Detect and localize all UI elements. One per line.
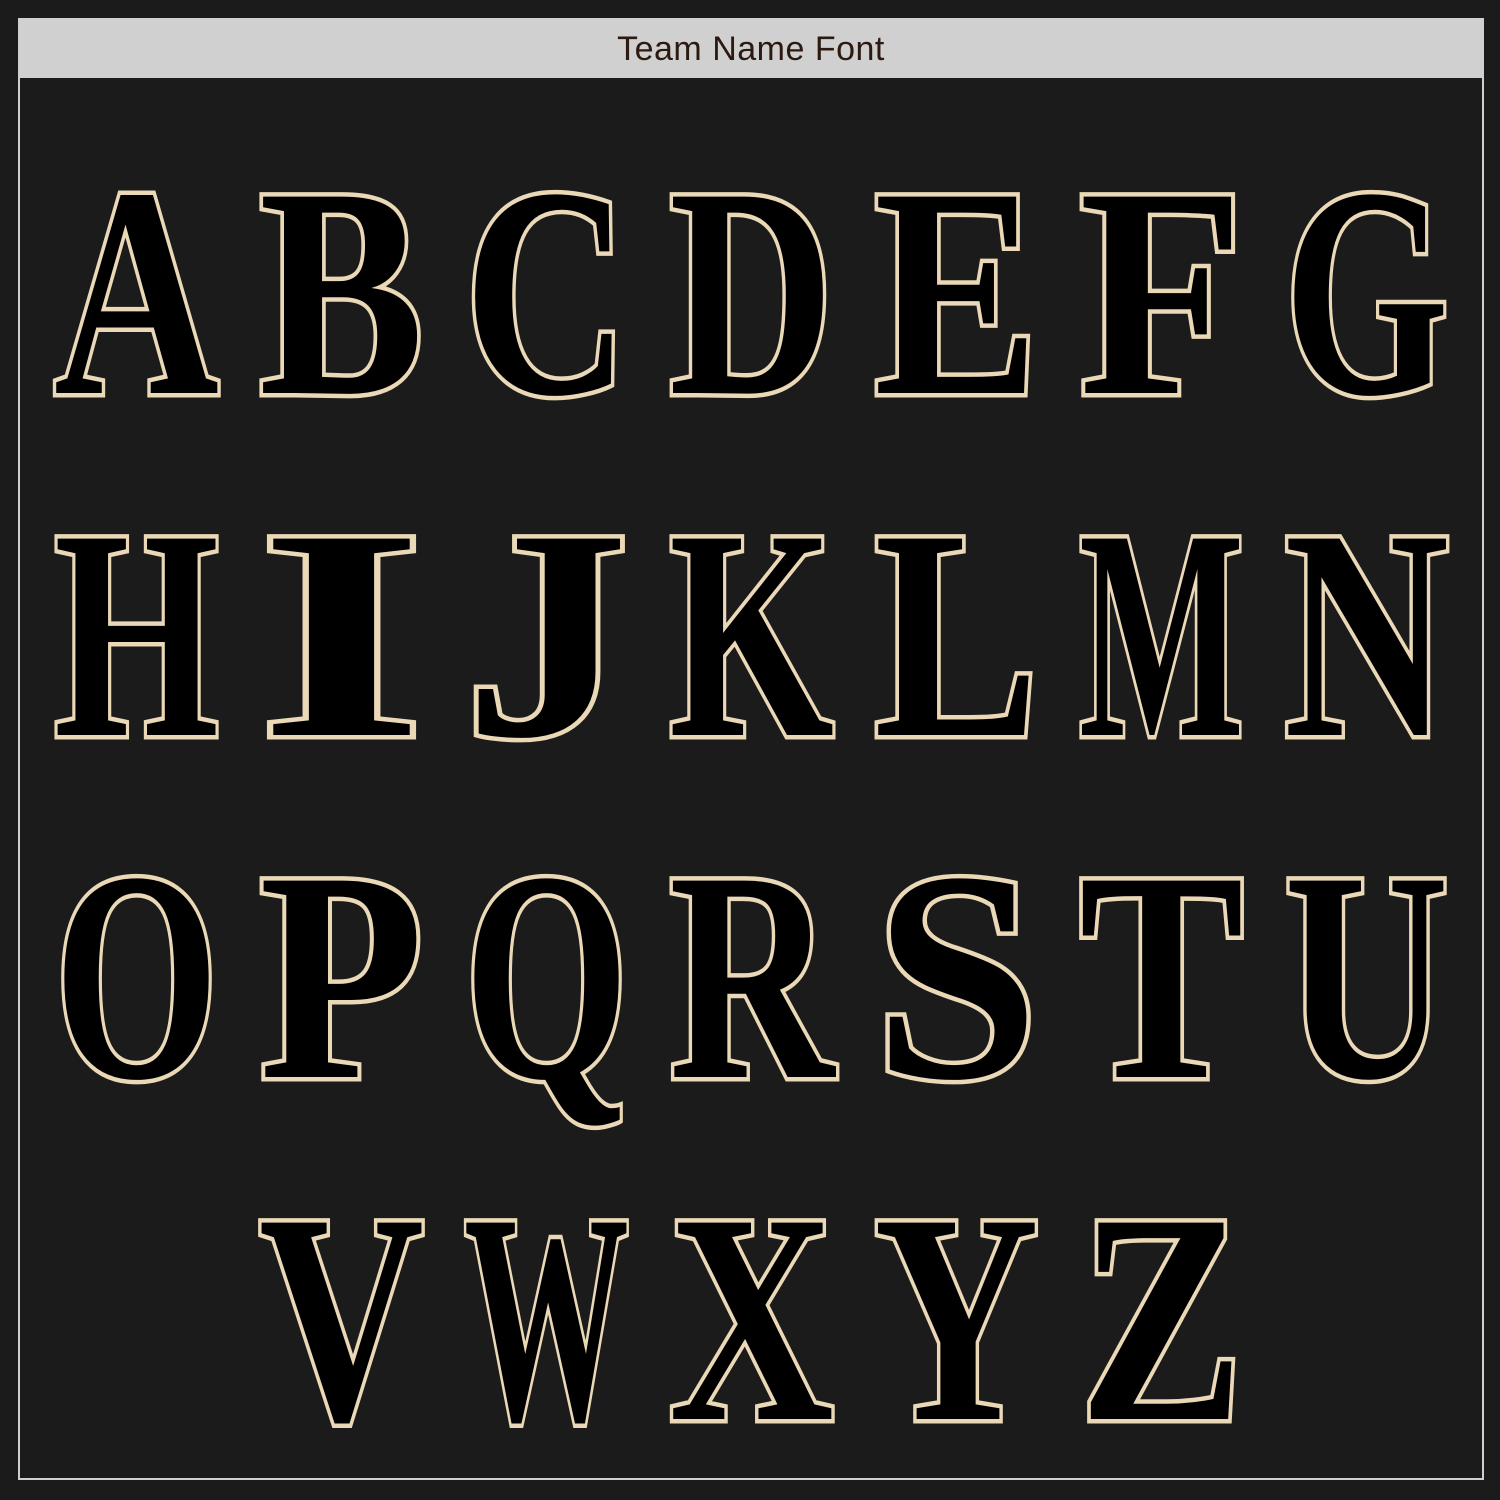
alphabet-row: ABCDEFG <box>20 122 1482 463</box>
letter-d: D <box>669 126 834 458</box>
letter-glyph: K <box>649 464 854 805</box>
letter-glyph: I <box>239 464 444 805</box>
letter-h: H <box>54 468 219 800</box>
letter-e: E <box>874 126 1039 458</box>
font-sample-panel: Team Name Font ABCDEFG HIJKLMN OPQRSTU V… <box>18 18 1484 1489</box>
letter-z: Z <box>1079 1152 1244 1484</box>
letter-l: L <box>874 468 1039 800</box>
letter-glyph: J <box>444 464 649 805</box>
letter-j: J <box>464 468 629 800</box>
letter-glyph: R <box>649 806 854 1147</box>
letter-i: I <box>259 468 424 800</box>
letter-c: C <box>464 126 629 458</box>
letter-glyph: W <box>444 1148 649 1489</box>
alphabet-row: HIJKLMN <box>20 464 1482 805</box>
letter-p: P <box>259 810 424 1142</box>
letter-glyph: L <box>854 464 1059 805</box>
letter-o: O <box>54 810 219 1142</box>
letter-glyph: G <box>1264 122 1469 463</box>
page-title: Team Name Font <box>617 29 885 68</box>
letter-v: V <box>259 1152 424 1484</box>
letter-glyph: Y <box>854 1148 1059 1489</box>
letter-s: S <box>874 810 1039 1142</box>
panel-header: Team Name Font <box>20 20 1482 78</box>
letter-glyph: E <box>854 122 1059 463</box>
letter-q: Q <box>464 810 629 1142</box>
letter-glyph: B <box>239 122 444 463</box>
letter-glyph: S <box>854 806 1059 1147</box>
letter-a: A <box>54 126 219 458</box>
letter-glyph: A <box>34 122 239 463</box>
letter-glyph: P <box>239 806 444 1147</box>
letter-f: F <box>1079 126 1244 458</box>
letter-glyph: M <box>1059 464 1264 805</box>
letter-glyph: F <box>1059 122 1264 463</box>
letter-glyph: N <box>1264 464 1469 805</box>
letter-glyph: Z <box>1059 1148 1264 1489</box>
letter-glyph: X <box>649 1148 854 1489</box>
letter-n: N <box>1284 468 1449 800</box>
alphabet-grid: ABCDEFG HIJKLMN OPQRSTU VWXYZ <box>20 78 1482 1489</box>
letter-y: Y <box>874 1152 1039 1484</box>
letter-k: K <box>669 468 835 800</box>
alphabet-row: OPQRSTU <box>20 806 1482 1147</box>
letter-m: M <box>1079 468 1244 800</box>
letter-glyph: V <box>239 1148 444 1489</box>
letter-glyph: C <box>444 122 649 463</box>
letter-glyph: D <box>649 122 854 463</box>
letter-x: X <box>669 1152 834 1484</box>
letter-r: R <box>669 810 837 1142</box>
letter-w: W <box>464 1152 629 1484</box>
letter-glyph: H <box>34 464 239 805</box>
letter-b: B <box>259 126 424 458</box>
alphabet-row: VWXYZ <box>20 1148 1482 1489</box>
letter-glyph: O <box>34 806 239 1147</box>
letter-g: G <box>1284 126 1449 458</box>
letter-glyph: T <box>1059 806 1264 1147</box>
letter-u: U <box>1284 810 1449 1142</box>
letter-glyph: Q <box>444 806 649 1147</box>
letter-glyph: U <box>1264 806 1469 1147</box>
letter-t: T <box>1079 810 1244 1142</box>
